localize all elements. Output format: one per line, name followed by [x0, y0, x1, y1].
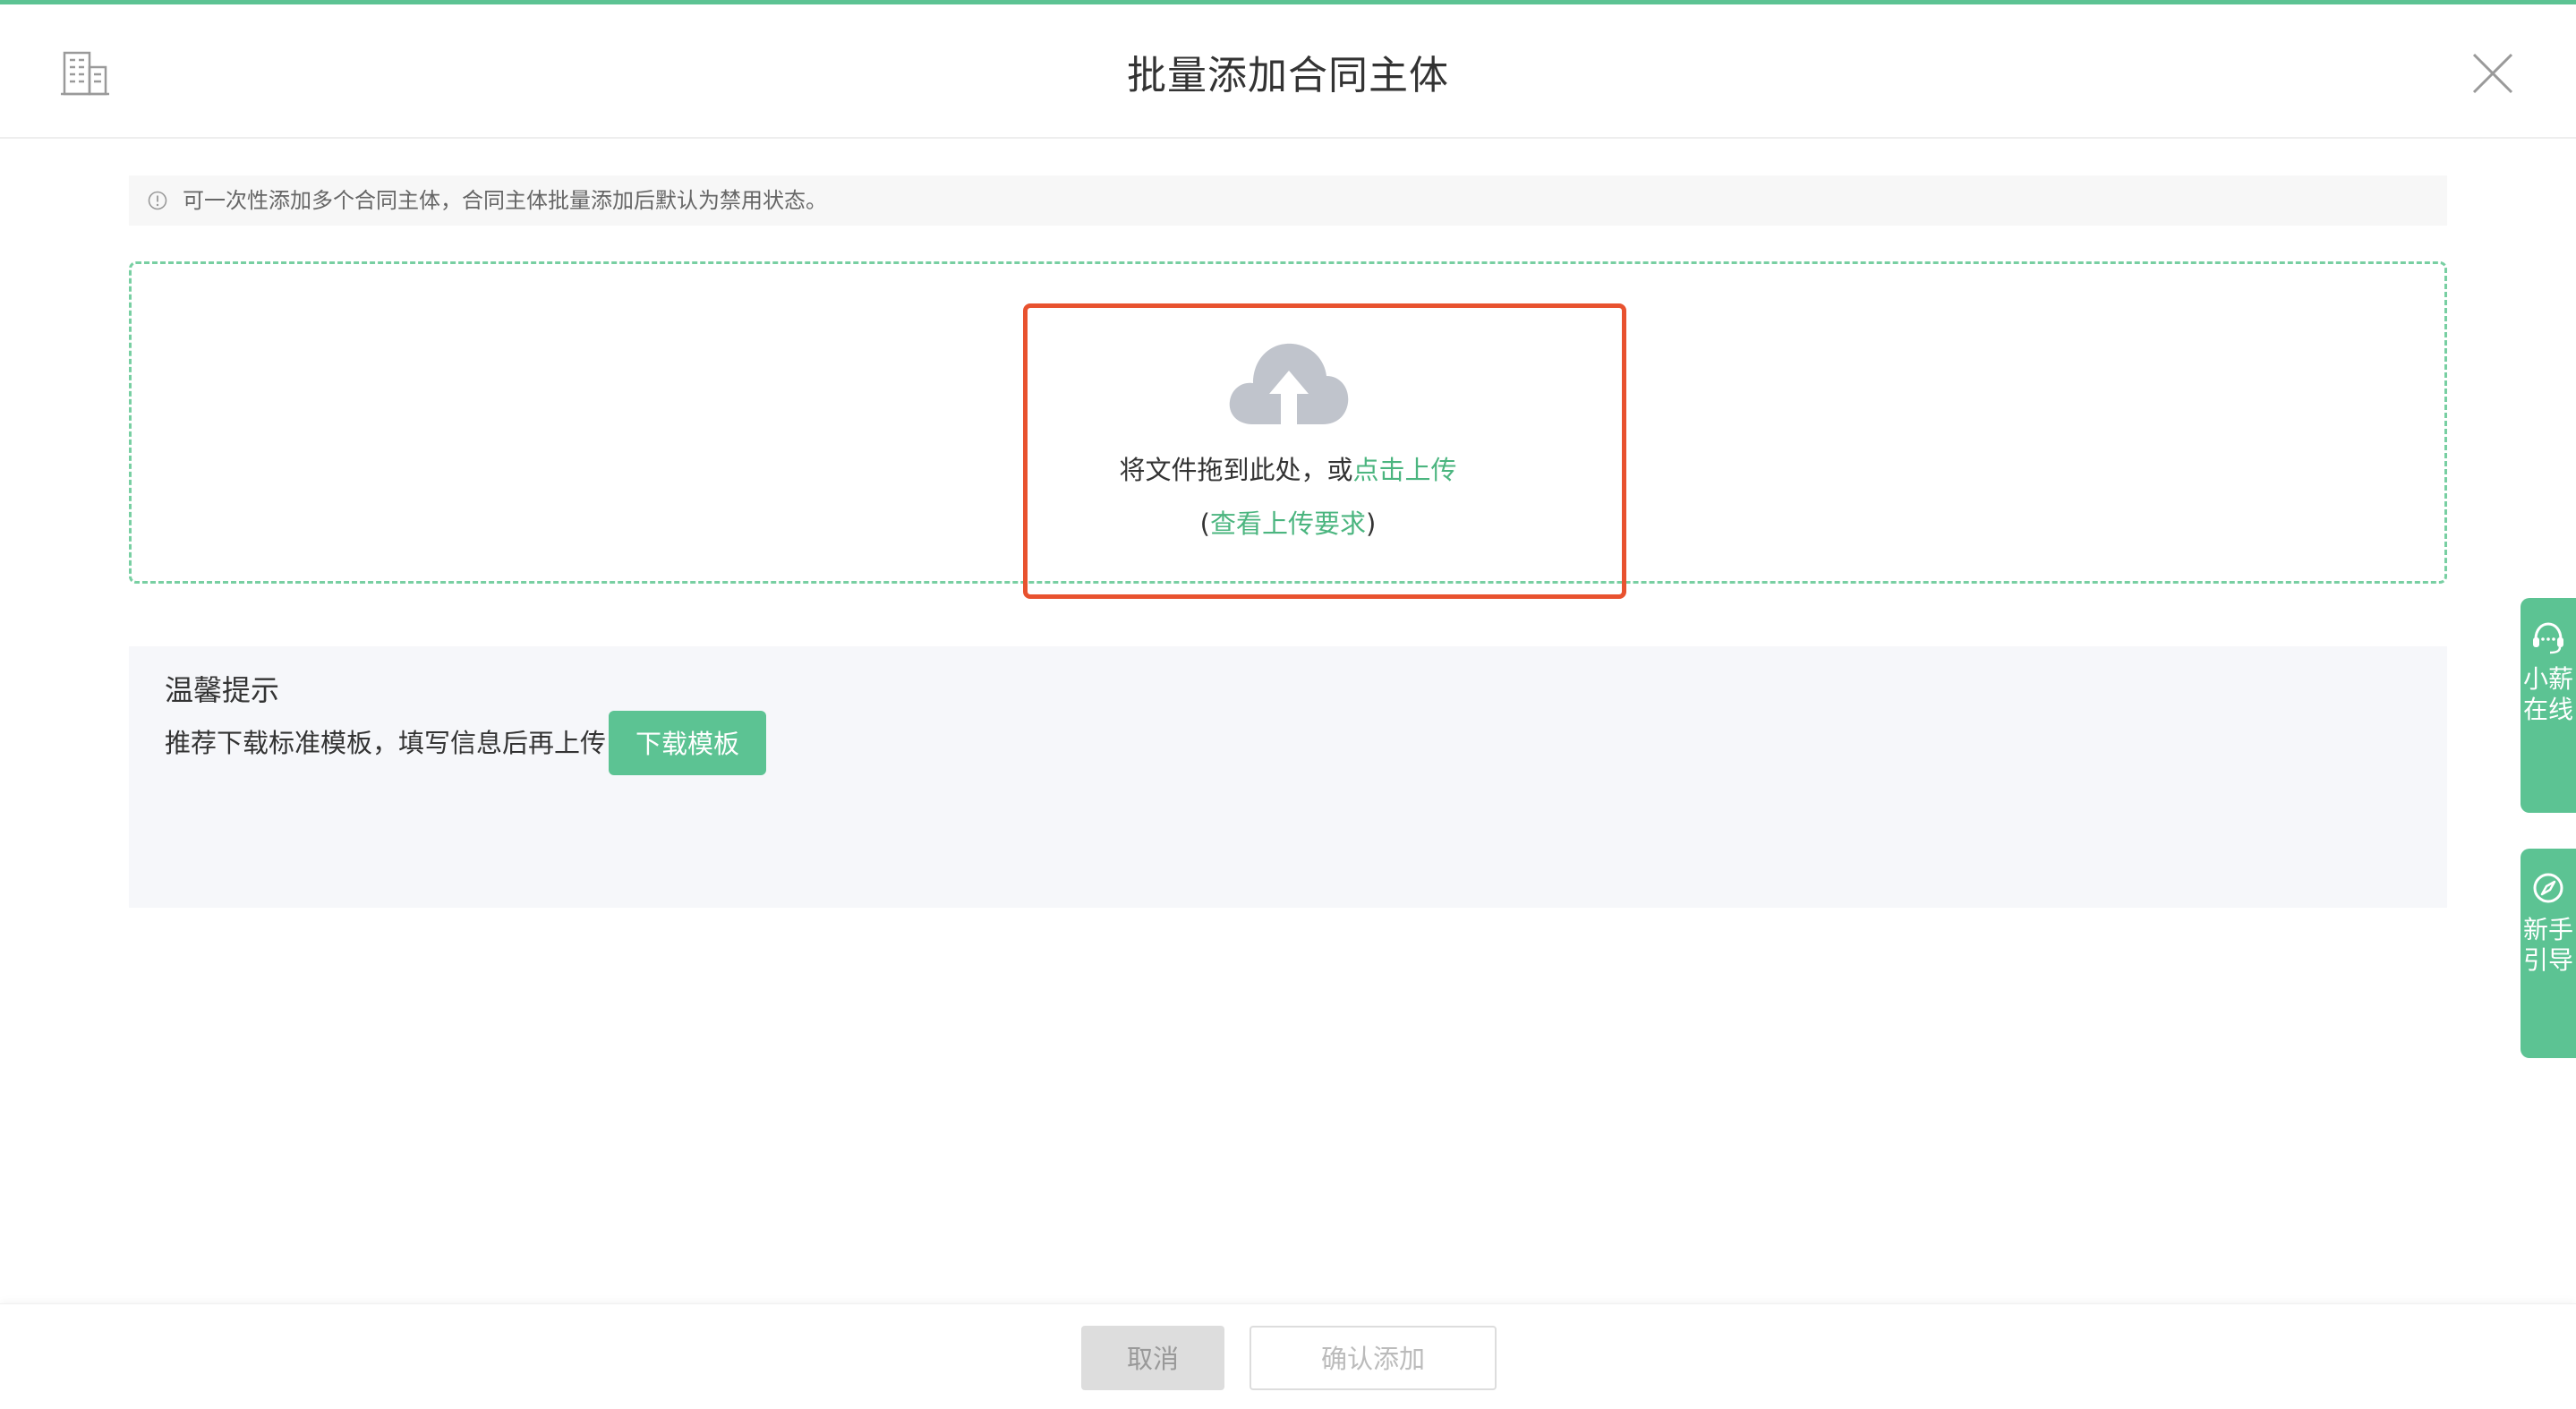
notice-bar: 可一次性添加多个合同主体，合同主体批量添加后默认为禁用状态。	[129, 175, 2447, 226]
online-chat-widget[interactable]: 小薪在线	[2521, 598, 2576, 813]
close-icon[interactable]	[2470, 51, 2515, 96]
req-open-paren: (	[1199, 508, 1210, 539]
tips-title: 温馨提示	[165, 673, 280, 707]
dialog-title: 批量添加合同主体	[1127, 53, 1449, 98]
drop-text: 将文件拖到此处，或	[1119, 455, 1353, 485]
upload-prompt: 将文件拖到此处，或点击上传	[0, 449, 2576, 491]
beginner-guide-label: 新手引导	[2522, 915, 2573, 975]
cancel-button[interactable]: 取消	[1081, 1326, 1224, 1390]
download-template-button[interactable]: 下载模板	[609, 711, 766, 775]
compass-icon	[2533, 873, 2563, 903]
notice-text: 可一次性添加多个合同主体，合同主体批量添加后默认为禁用状态。	[183, 188, 827, 213]
view-requirements-link[interactable]: 查看上传要求	[1210, 508, 1366, 539]
info-circle-icon	[148, 191, 167, 210]
tips-description: 推荐下载标准模板，填写信息后再上传	[165, 728, 607, 758]
cloud-upload-icon	[1229, 343, 1349, 424]
req-close-paren: )	[1366, 508, 1377, 539]
online-chat-label: 小薪在线	[2522, 664, 2573, 724]
beginner-guide-widget[interactable]: 新手引导	[2521, 849, 2576, 1058]
upload-requirements: (查看上传要求)	[0, 503, 2576, 544]
click-upload-link[interactable]: 点击上传	[1353, 455, 1457, 485]
headset-icon	[2533, 622, 2563, 654]
confirm-add-button[interactable]: 确认添加	[1250, 1326, 1497, 1390]
batch-add-contract-entity-dialog: 批量添加合同主体 可一次性添加多个合同主体，合同主体批量添加后默认为禁用状态。 …	[0, 0, 2576, 1409]
dialog-header: 批量添加合同主体	[0, 4, 2576, 139]
tips-panel: 温馨提示 推荐下载标准模板，填写信息后再上传 下载模板	[129, 646, 2447, 908]
dialog-footer: 取消 确认添加	[0, 1303, 2576, 1409]
